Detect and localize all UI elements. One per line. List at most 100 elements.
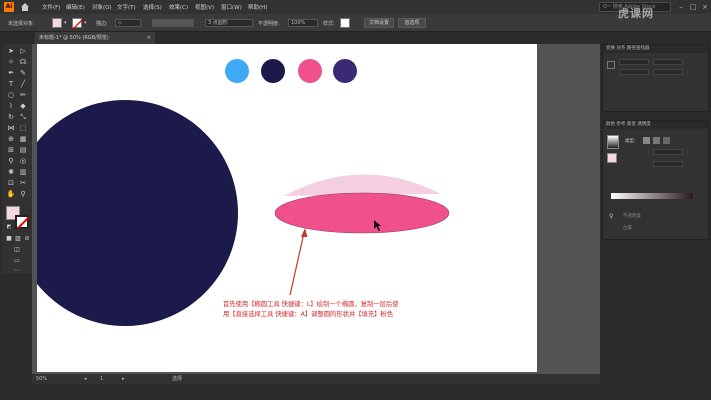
transform-panel-tabs[interactable]: 变换 对齐 路径查找器 <box>603 45 708 53</box>
preferences-button[interactable]: 首选项 <box>398 18 426 28</box>
reference-point-icon[interactable] <box>607 61 615 69</box>
graph-tool-icon[interactable]: ▥ <box>18 167 28 177</box>
document-tab-label: 未标题-1* @ 50% (RGB/预览) <box>39 35 109 41</box>
swatch-circle-pink[interactable] <box>298 59 322 83</box>
artboard[interactable]: 首先使用【椭圆工具 快捷键：L】绘制一个椭圆，复制一层后使 用【直接选择工具 快… <box>37 44 537 372</box>
x-field[interactable] <box>619 59 649 65</box>
eraser-icon[interactable]: ◆ <box>18 101 28 111</box>
menu-file[interactable]: 文件(F) <box>42 3 60 11</box>
gradient-type-label: 类型： <box>625 139 639 144</box>
gradient-tool-icon[interactable]: ▤ <box>18 145 28 155</box>
width-field[interactable] <box>653 59 683 65</box>
more-tools-icon[interactable]: ⋯ <box>12 266 22 276</box>
eyedropper-icon[interactable]: ⚲ <box>609 213 613 220</box>
large-navy-circle[interactable] <box>37 100 238 326</box>
annotation-line-1: 首先使用【椭圆工具 快捷键：L】绘制一个椭圆，复制一层后使 <box>223 301 399 308</box>
type-tool-icon[interactable]: T <box>6 79 16 89</box>
pink-ellipse[interactable] <box>274 192 450 234</box>
pen-tool-icon[interactable]: ✒ <box>6 68 16 78</box>
direct-selection-tool-icon[interactable]: ▷ <box>18 46 28 56</box>
gradient-panel: 颜色 参考 渐变 透明度 类型： ⚲ 不透明度 位置 <box>602 120 709 240</box>
document-tab[interactable]: 未标题-1* @ 50% (RGB/预览) × <box>35 32 155 44</box>
free-transform-icon[interactable]: ⬚ <box>18 123 28 133</box>
opacity-field[interactable]: 100% <box>288 19 318 27</box>
artboard-number[interactable]: 1 <box>100 374 103 384</box>
annotation-line-2: 用【直接选择工具 快捷键：A】调整圆的形状并【填充】粉色 <box>223 311 394 318</box>
freeform-gradient-button[interactable] <box>663 137 670 144</box>
illustrator-app-icon: Ai <box>4 2 14 12</box>
lasso-icon[interactable]: ☊ <box>18 57 28 67</box>
swatch-circle-purple[interactable] <box>333 59 357 83</box>
variable-width-field[interactable] <box>152 19 194 27</box>
tools-panel: ➤ ▷ ✧ ☊ ✒ ✎ T ╱ ○ ✏ ⌇ ◆ ↻ ⤡ ⋈ ⬚ ⊕ ▦ ⊞ ▤ … <box>2 44 32 274</box>
graphic-style-swatch[interactable] <box>340 18 350 28</box>
gradient-aspect-field[interactable] <box>653 161 683 167</box>
linear-gradient-button[interactable] <box>643 137 650 144</box>
gradient-fill-swatch[interactable] <box>607 153 617 163</box>
draw-mode-icon[interactable]: ◫ <box>12 245 22 255</box>
paintbrush-icon[interactable]: ✏ <box>18 90 28 100</box>
gradient-slider[interactable] <box>611 193 693 199</box>
gradient-panel-tabs[interactable]: 颜色 参考 渐变 透明度 <box>603 121 708 129</box>
magic-wand-icon[interactable]: ✧ <box>6 57 16 67</box>
selection-tool-icon[interactable]: ➤ <box>6 46 16 56</box>
menu-select[interactable]: 选择(S) <box>143 3 162 11</box>
swatch-circle-light-blue[interactable] <box>225 59 249 83</box>
stroke-weight-field[interactable]: ◇ <box>115 19 141 27</box>
artboard-nav-next-icon[interactable]: ▸ <box>122 374 125 384</box>
close-tab-icon[interactable]: × <box>147 32 151 44</box>
hand-tool-icon[interactable]: ✋ <box>6 189 16 199</box>
slice-tool-icon[interactable]: ✂ <box>18 178 28 188</box>
document-tab-bar: 未标题-1* @ 50% (RGB/预览) × <box>20 32 600 44</box>
height-field[interactable] <box>653 69 683 75</box>
opacity-label: 不透明度: <box>258 21 280 27</box>
stroke-swatch[interactable] <box>72 18 84 30</box>
fill-swatch[interactable] <box>52 18 62 28</box>
rotate-tool-icon[interactable]: ↻ <box>6 112 16 122</box>
y-field[interactable] <box>619 69 649 75</box>
perspective-grid-icon[interactable]: ▦ <box>18 134 28 144</box>
gradient-angle-field[interactable] <box>653 149 683 155</box>
menu-object[interactable]: 对象(O) <box>92 3 112 11</box>
selection-status: 未选择对象 <box>8 21 34 27</box>
stroke-color-swatch[interactable] <box>15 215 29 229</box>
home-icon[interactable] <box>20 2 30 12</box>
mesh-tool-icon[interactable]: ⊞ <box>6 145 16 155</box>
chevron-down-icon[interactable]: ▾ <box>84 20 87 26</box>
zoom-tool-icon[interactable]: ⚲ <box>18 189 28 199</box>
menu-window[interactable]: 窗口(W) <box>221 3 242 11</box>
opacity-stop-label: 不透明度 <box>623 214 641 219</box>
menu-help[interactable]: 帮助(H) <box>248 3 267 11</box>
screen-mode-icon[interactable]: ▭ <box>12 256 22 266</box>
menu-view[interactable]: 视图(V) <box>195 3 214 11</box>
artboard-tool-icon[interactable]: ⊡ <box>6 178 16 188</box>
style-label: 样式: <box>323 21 335 27</box>
blend-tool-icon[interactable]: ◎ <box>18 156 28 166</box>
line-tool-icon[interactable]: ╱ <box>18 79 28 89</box>
scale-tool-icon[interactable]: ⤡ <box>18 112 28 122</box>
menu-edit[interactable]: 编辑(E) <box>66 3 85 11</box>
radial-gradient-button[interactable] <box>653 137 660 144</box>
artboard-nav-prev-icon[interactable]: ◂ <box>84 374 87 384</box>
none-mode-icon[interactable]: ⊘ <box>22 234 32 244</box>
symbol-sprayer-icon[interactable]: ✺ <box>6 167 16 177</box>
ellipse-tool-icon[interactable]: ○ <box>6 90 16 100</box>
menu-type[interactable]: 文字(T) <box>117 3 136 11</box>
menu-effect[interactable]: 效果(C) <box>169 3 188 11</box>
gradient-preview-swatch[interactable] <box>607 135 619 149</box>
shape-builder-icon[interactable]: ⊕ <box>6 134 16 144</box>
width-tool-icon[interactable]: ⋈ <box>6 123 16 133</box>
artwork-canvas <box>37 59 450 326</box>
zoom-level[interactable]: 50% <box>36 374 47 384</box>
chevron-down-icon[interactable]: ▾ <box>64 20 67 26</box>
annotation-arrow-head <box>301 228 308 237</box>
default-colors-icon[interactable]: ◩ <box>4 222 14 232</box>
document-setup-button[interactable]: 文档设置 <box>364 18 394 28</box>
eyedropper-icon[interactable]: ⚲ <box>6 156 16 166</box>
shaper-tool-icon[interactable]: ⌇ <box>6 101 16 111</box>
stroke-label: 描边: <box>96 21 108 27</box>
swatch-circle-navy[interactable] <box>261 59 285 83</box>
brush-style-field[interactable]: 3 点圆形 <box>205 19 253 27</box>
current-tool-name: 选择 <box>172 376 183 382</box>
curvature-tool-icon[interactable]: ✎ <box>18 68 28 78</box>
